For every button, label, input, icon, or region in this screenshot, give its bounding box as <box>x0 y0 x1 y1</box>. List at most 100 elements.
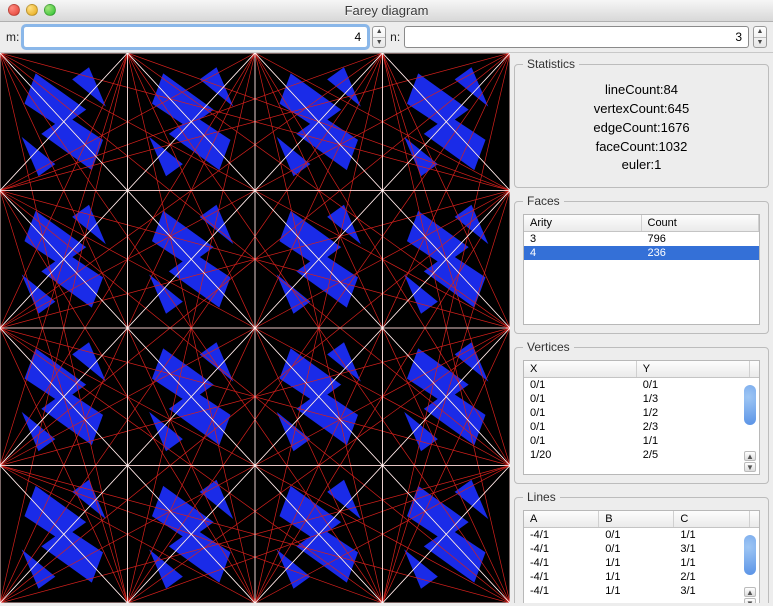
minimize-icon[interactable] <box>26 4 38 16</box>
stat-line: faceCount:1032 <box>523 138 760 157</box>
cell: 796 <box>642 232 760 246</box>
cell: 0/1 <box>637 378 750 392</box>
table-row[interactable]: -4/11/11/1 <box>524 556 759 570</box>
cell: 1/20 <box>524 448 637 462</box>
statistics-body: lineCount:84vertexCount:645edgeCount:167… <box>523 77 760 179</box>
table-row[interactable]: 3796 <box>524 232 759 246</box>
table-row[interactable]: -4/10/11/1 <box>524 528 759 542</box>
main-area: Statistics lineCount:84vertexCount:645ed… <box>0 53 773 603</box>
input-bar: m: ▲▼ n: ▲▼ <box>0 22 773 53</box>
column-header[interactable]: Count <box>642 215 760 231</box>
cell: 2/1 <box>674 570 749 584</box>
scroll-down-icon[interactable]: ▼ <box>744 598 756 603</box>
cell: 0/1 <box>599 542 674 556</box>
n-stepper[interactable]: ▲▼ <box>753 26 767 48</box>
table-row[interactable]: -4/11/12/1 <box>524 570 759 584</box>
cell: 1/1 <box>599 584 674 598</box>
cell: 1/1 <box>637 434 750 448</box>
chevron-down-icon[interactable]: ▼ <box>754 38 766 48</box>
column-header[interactable]: Y <box>637 361 750 377</box>
window-title: Farey diagram <box>0 3 773 18</box>
cell: 0/1 <box>599 528 674 542</box>
stat-line: vertexCount:645 <box>523 100 760 119</box>
cell: 2/3 <box>637 420 750 434</box>
chevron-up-icon[interactable]: ▲ <box>373 27 385 38</box>
scroll-thumb[interactable] <box>744 535 756 575</box>
cell: -4/1 <box>524 584 599 598</box>
vertices-table[interactable]: XY 0/10/10/11/30/11/20/12/30/11/11/202/5… <box>523 360 760 475</box>
m-label: m: <box>6 30 19 44</box>
cell: 1/3 <box>637 392 750 406</box>
cell: 0/1 <box>524 406 637 420</box>
faces-legend: Faces <box>523 194 564 208</box>
cell: 0/1 <box>524 378 637 392</box>
m-input[interactable] <box>23 26 368 48</box>
column-header[interactable]: Arity <box>524 215 642 231</box>
cell: -4/1 <box>524 556 599 570</box>
cell: -4/1 <box>524 528 599 542</box>
lines-scrollbar[interactable]: ▲▼ <box>743 533 757 603</box>
n-label: n: <box>390 30 400 44</box>
scroll-down-icon[interactable]: ▼ <box>744 462 756 472</box>
statistics-legend: Statistics <box>523 57 579 71</box>
scroll-thumb[interactable] <box>744 385 756 425</box>
cell: 4 <box>524 246 642 260</box>
close-icon[interactable] <box>8 4 20 16</box>
table-row[interactable]: 1/202/5 <box>524 448 759 462</box>
column-header[interactable]: X <box>524 361 637 377</box>
lines-header: ABC <box>524 511 759 528</box>
column-header[interactable]: B <box>599 511 674 527</box>
column-header[interactable]: C <box>674 511 749 527</box>
zoom-icon[interactable] <box>44 4 56 16</box>
cell: 1/1 <box>674 528 749 542</box>
titlebar: Farey diagram <box>0 0 773 22</box>
table-row[interactable]: 4236 <box>524 246 759 260</box>
cell: 1/1 <box>599 570 674 584</box>
cell: 3/1 <box>674 584 749 598</box>
table-row[interactable]: 0/11/1 <box>524 434 759 448</box>
vertices-legend: Vertices <box>523 340 574 354</box>
chevron-down-icon[interactable]: ▼ <box>373 38 385 48</box>
lines-legend: Lines <box>523 490 560 504</box>
vertices-body[interactable]: 0/10/10/11/30/11/20/12/30/11/11/202/5 <box>524 378 759 474</box>
lines-table[interactable]: ABC -4/10/11/1-4/10/13/1-4/11/11/1-4/11/… <box>523 510 760 603</box>
table-row[interactable]: 0/11/2 <box>524 406 759 420</box>
stat-line: lineCount:84 <box>523 81 760 100</box>
stat-line: edgeCount:1676 <box>523 119 760 138</box>
vertices-header: XY <box>524 361 759 378</box>
m-stepper[interactable]: ▲▼ <box>372 26 386 48</box>
cell: 1/2 <box>637 406 750 420</box>
n-input[interactable] <box>404 26 749 48</box>
scroll-up-icon[interactable]: ▲ <box>744 587 756 597</box>
table-row[interactable]: 0/12/3 <box>524 420 759 434</box>
faces-header: ArityCount <box>524 215 759 232</box>
table-row[interactable]: -4/11/13/1 <box>524 584 759 598</box>
vertices-panel: Vertices XY 0/10/10/11/30/11/20/12/30/11… <box>514 340 769 484</box>
side-panel: Statistics lineCount:84vertexCount:645ed… <box>510 53 773 603</box>
cell: 0/1 <box>524 434 637 448</box>
cell: 236 <box>642 246 760 260</box>
cell: -4/1 <box>524 570 599 584</box>
faces-body[interactable]: 37964236 <box>524 232 759 324</box>
faces-table[interactable]: ArityCount 37964236 <box>523 214 760 325</box>
cell: 2/5 <box>637 448 750 462</box>
window-controls <box>8 4 56 16</box>
vertices-scrollbar[interactable]: ▲▼ <box>743 383 757 472</box>
cell: 3/1 <box>674 542 749 556</box>
column-header[interactable]: A <box>524 511 599 527</box>
chevron-up-icon[interactable]: ▲ <box>754 27 766 38</box>
statistics-panel: Statistics lineCount:84vertexCount:645ed… <box>514 57 769 188</box>
scroll-up-icon[interactable]: ▲ <box>744 451 756 461</box>
table-row[interactable]: 0/10/1 <box>524 378 759 392</box>
cell: 1/1 <box>599 556 674 570</box>
faces-panel: Faces ArityCount 37964236 <box>514 194 769 334</box>
cell: 3 <box>524 232 642 246</box>
farey-diagram-canvas <box>0 53 510 603</box>
cell: 0/1 <box>524 392 637 406</box>
lines-body[interactable]: -4/10/11/1-4/10/13/1-4/11/11/1-4/11/12/1… <box>524 528 759 603</box>
cell: -4/1 <box>524 542 599 556</box>
lines-panel: Lines ABC -4/10/11/1-4/10/13/1-4/11/11/1… <box>514 490 769 603</box>
cell: 1/1 <box>674 556 749 570</box>
table-row[interactable]: -4/10/13/1 <box>524 542 759 556</box>
table-row[interactable]: 0/11/3 <box>524 392 759 406</box>
